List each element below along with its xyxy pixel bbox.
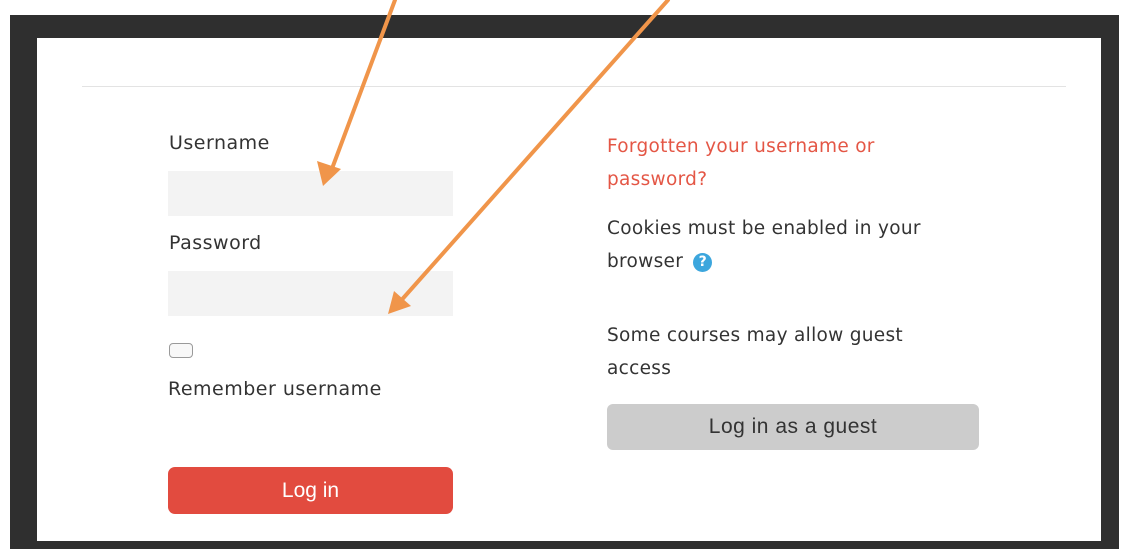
guest-login-button-label: Log in as a guest bbox=[708, 415, 878, 438]
password-label: Password bbox=[169, 232, 262, 254]
username-input[interactable] bbox=[168, 171, 453, 216]
username-label: Username bbox=[169, 132, 270, 154]
login-button[interactable]: Log in bbox=[168, 467, 453, 514]
login-button-label: Log in bbox=[281, 478, 340, 502]
guest-login-button[interactable]: Log in as a guest bbox=[607, 404, 979, 450]
cookies-text: Cookies must be enabled in your browser bbox=[607, 218, 921, 272]
remember-username-checkbox[interactable] bbox=[169, 343, 193, 358]
password-input[interactable] bbox=[168, 271, 453, 316]
forgot-password-link[interactable]: Forgotten your username or password? bbox=[607, 130, 967, 196]
cookies-notice: Cookies must be enabled in your browser … bbox=[607, 212, 952, 278]
help-icon[interactable]: ? bbox=[693, 253, 713, 272]
guest-access-text: Some courses may allow guest access bbox=[607, 325, 903, 379]
header-divider bbox=[82, 86, 1066, 87]
remember-username-label: Remember username bbox=[168, 378, 382, 400]
